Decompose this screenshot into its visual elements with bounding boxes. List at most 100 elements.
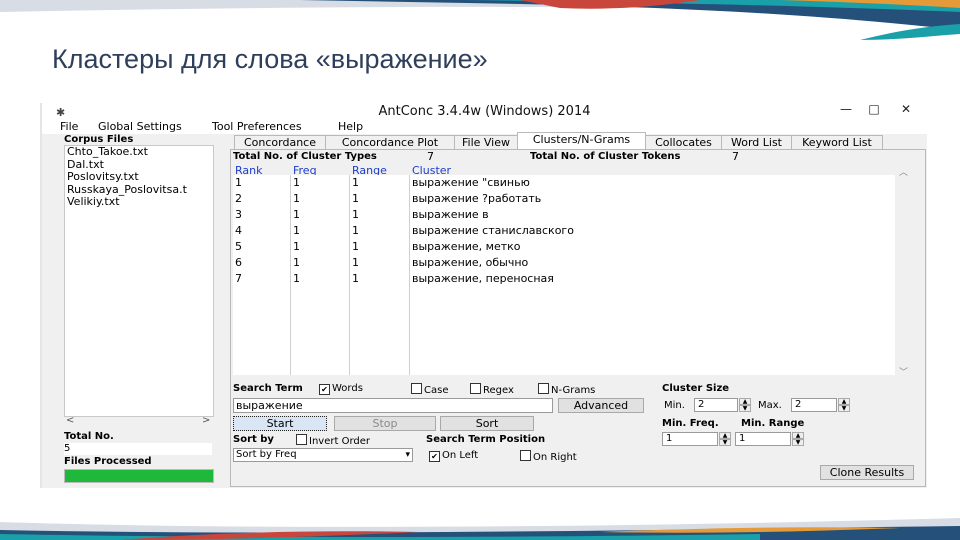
tab-concordance[interactable]: Concordance	[234, 135, 326, 150]
scroll-up-icon[interactable]: ︿	[899, 165, 908, 178]
cluster-cell[interactable]: выражение, обычно	[410, 255, 894, 271]
files-processed-progress	[64, 469, 214, 483]
cluster-types-label: Total No. of Cluster Types	[233, 151, 377, 162]
freq-cell: 1	[293, 256, 300, 269]
on-left-checkbox[interactable]: ✔	[429, 451, 440, 462]
results-vertical-scrollbar[interactable]: ︿ ﹀	[895, 161, 913, 379]
cluster-tokens-label: Total No. of Cluster Tokens	[530, 151, 681, 162]
clone-results-button[interactable]: Clone Results	[820, 465, 914, 480]
corpus-file-item[interactable]: Chto_Takoe.txt	[65, 146, 213, 159]
rank-cell: 7	[235, 272, 242, 285]
max-size-up-icon[interactable]: ▲	[838, 398, 850, 405]
total-no-value: 5	[64, 443, 212, 455]
min-range-input[interactable]: 1	[735, 432, 791, 446]
min-size-down-icon[interactable]: ▼	[739, 405, 751, 412]
top-decorative-band	[0, 0, 960, 40]
start-button[interactable]: Start	[233, 416, 327, 431]
cluster-cell[interactable]: выражение, метко	[410, 239, 894, 255]
range-cell: 1	[352, 208, 359, 221]
min-size-input[interactable]: 2	[694, 398, 738, 412]
case-label: Case	[424, 385, 449, 396]
minimize-button[interactable]: —	[834, 103, 858, 116]
min-range-up-icon[interactable]: ▲	[792, 432, 804, 439]
files-processed-label: Files Processed	[64, 456, 152, 467]
invert-order-label: Invert Order	[309, 436, 370, 447]
tab-concordance-plot[interactable]: Concordance Plot	[325, 135, 455, 150]
search-term-input[interactable]: выражение	[233, 398, 553, 413]
corpus-file-list[interactable]: Chto_Takoe.txt Dal.txt Poslovitsy.txt Ru…	[64, 145, 214, 417]
on-left-option[interactable]: ✔ On Left	[429, 450, 478, 462]
range-cell: 1	[352, 256, 359, 269]
corpus-file-item[interactable]: Poslovitsy.txt	[65, 170, 213, 184]
max-size-input[interactable]: 2	[791, 398, 837, 412]
tab-word-list[interactable]: Word List	[721, 135, 792, 150]
menu-tool-preferences[interactable]: Tool Preferences	[212, 120, 302, 133]
search-term-label: Search Term	[233, 383, 303, 394]
tab-keyword-list[interactable]: Keyword List	[791, 135, 883, 150]
cluster-cell[interactable]: выражение, переносная	[410, 271, 894, 287]
range-cell: 1	[352, 240, 359, 253]
cluster-cell[interactable]: выражение в	[410, 207, 894, 223]
words-option[interactable]: ✔ Words	[319, 383, 363, 395]
rank-cell: 1	[235, 176, 242, 189]
corpus-horizontal-scrollbar[interactable]: < >	[64, 415, 212, 428]
scroll-down-icon[interactable]: ﹀	[899, 365, 908, 378]
case-checkbox[interactable]	[411, 383, 422, 394]
min-range-down-icon[interactable]: ▼	[792, 439, 804, 446]
corpus-files-label: Corpus Files	[64, 134, 134, 145]
on-right-checkbox[interactable]	[520, 450, 531, 461]
range-cell: 1	[352, 176, 359, 189]
maximize-button[interactable]: □	[862, 103, 886, 116]
sort-by-select[interactable]: Sort by Freq ▾	[233, 448, 413, 462]
freq-cell: 1	[293, 192, 300, 205]
freq-cell: 1	[293, 240, 300, 253]
cluster-cell[interactable]: выражение станиславского	[410, 223, 894, 239]
menu-file[interactable]: File	[60, 120, 78, 133]
min-freq-down-icon[interactable]: ▼	[719, 439, 731, 446]
menu-global-settings[interactable]: Global Settings	[98, 120, 182, 133]
invert-order-checkbox[interactable]	[296, 434, 307, 445]
cluster-tokens-value: 7	[732, 150, 739, 163]
advanced-button[interactable]: Advanced	[558, 398, 644, 413]
case-option[interactable]: Case	[411, 383, 448, 396]
min-range-label: Min. Range	[741, 418, 805, 429]
freq-cell: 1	[293, 224, 300, 237]
window-titlebar[interactable]: ✱ AntConc 3.4.4w (Windows) 2014 — □ ✕	[42, 103, 927, 119]
min-freq-up-icon[interactable]: ▲	[719, 432, 731, 439]
scroll-right-icon[interactable]: >	[202, 415, 210, 426]
antconc-window: ✱ AntConc 3.4.4w (Windows) 2014 — □ ✕ Fi…	[40, 103, 927, 488]
rank-cell: 2	[235, 192, 242, 205]
min-freq-input[interactable]: 1	[662, 432, 718, 446]
cluster-cell[interactable]: выражение ?работать	[410, 191, 894, 207]
corpus-file-item[interactable]: Velikiy.txt	[65, 195, 213, 209]
results-table[interactable]: 1 2 3 4 5 6 7 1 1 1 1 1 1 1 1 1 1 1 1 1 …	[233, 175, 895, 375]
rank-cell: 3	[235, 208, 242, 221]
range-column: 1 1 1 1 1 1 1	[350, 175, 410, 375]
regex-option[interactable]: Regex	[470, 383, 514, 396]
chevron-down-icon: ▾	[405, 450, 410, 460]
words-label: Words	[332, 383, 363, 394]
max-size-down-icon[interactable]: ▼	[838, 405, 850, 412]
sort-button[interactable]: Sort	[440, 416, 534, 431]
regex-checkbox[interactable]	[470, 383, 481, 394]
scroll-left-icon[interactable]: <	[66, 415, 74, 426]
min-size-up-icon[interactable]: ▲	[739, 398, 751, 405]
words-checkbox[interactable]: ✔	[319, 384, 330, 395]
ngrams-option[interactable]: N-Grams	[538, 383, 595, 396]
cluster-cell[interactable]: выражение "свинью	[410, 175, 894, 191]
close-button[interactable]: ✕	[894, 103, 918, 116]
on-right-option[interactable]: On Right	[520, 450, 577, 463]
stop-button[interactable]: Stop	[334, 416, 436, 431]
sort-by-value: Sort by Freq	[236, 449, 297, 460]
min-freq-label: Min. Freq.	[662, 418, 719, 429]
invert-order-option[interactable]: Invert Order	[296, 434, 370, 447]
min-size-label: Min.	[664, 400, 685, 411]
regex-label: Regex	[483, 385, 514, 396]
total-no-label: Total No.	[64, 431, 114, 442]
menu-help[interactable]: Help	[338, 120, 363, 133]
slide-title: Кластеры для слова «выражение»	[52, 44, 488, 74]
tab-file-view[interactable]: File View	[454, 135, 518, 150]
ngrams-checkbox[interactable]	[538, 383, 549, 394]
tab-collocates[interactable]: Collocates	[645, 135, 722, 150]
freq-cell: 1	[293, 176, 300, 189]
